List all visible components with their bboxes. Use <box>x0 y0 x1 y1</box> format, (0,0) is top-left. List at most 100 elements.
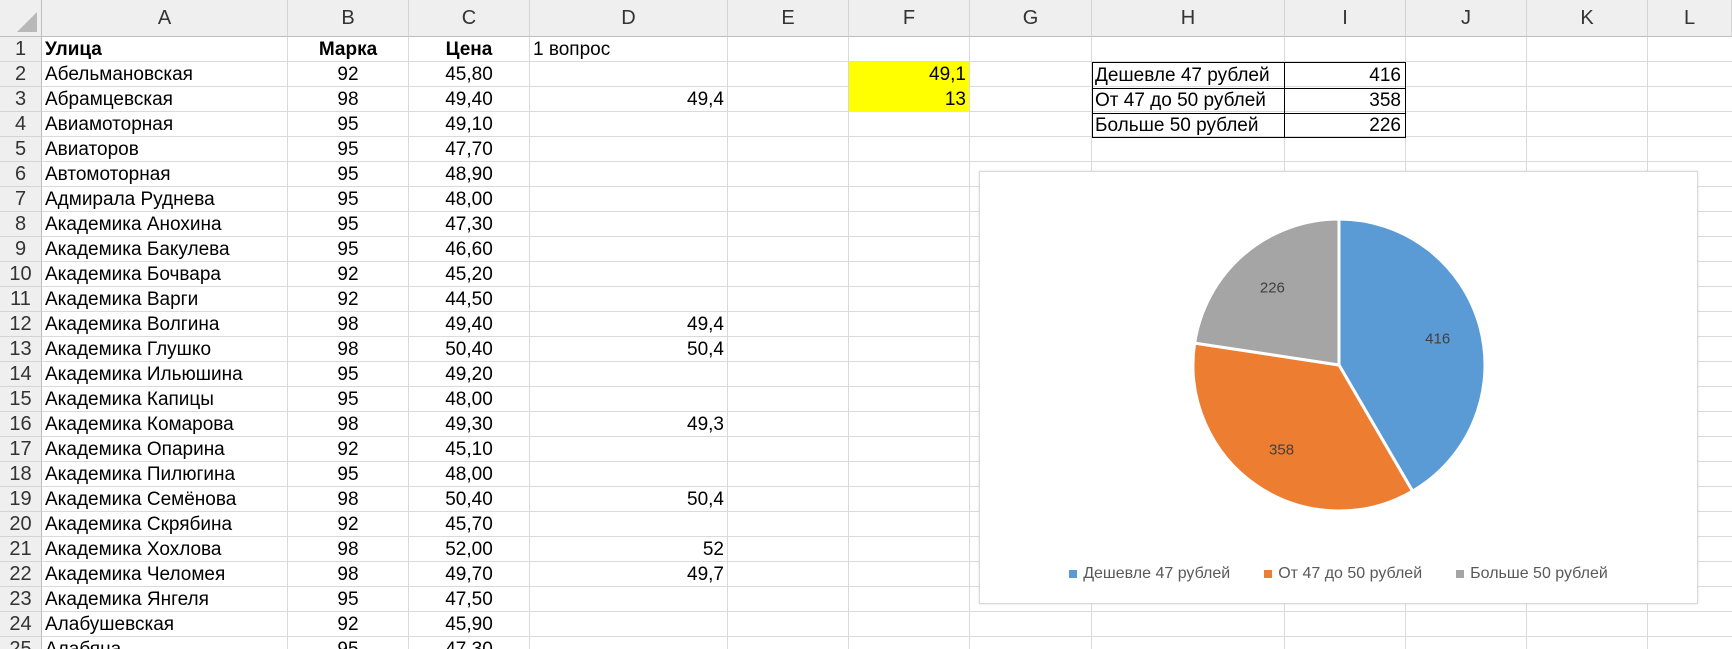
cell-c[interactable]: 50,40 <box>409 337 529 362</box>
column-header-k[interactable]: K <box>1527 0 1648 37</box>
cell-d[interactable] <box>530 212 727 237</box>
row-header[interactable]: 21 <box>0 537 42 562</box>
row-header[interactable]: 2 <box>0 62 42 87</box>
cell-d[interactable] <box>530 262 727 287</box>
row-header[interactable]: 22 <box>0 562 42 587</box>
cell-f[interactable] <box>849 162 969 187</box>
cell-a[interactable]: Академика Ильюшина <box>42 362 287 387</box>
cell-b[interactable]: 95 <box>288 637 408 649</box>
cell-f[interactable] <box>849 612 969 637</box>
column-header-g[interactable]: G <box>970 0 1092 37</box>
cell-f[interactable] <box>849 562 969 587</box>
summary-value[interactable]: 358 <box>1285 88 1405 113</box>
cell-c[interactable]: 45,80 <box>409 62 529 87</box>
row-header[interactable]: 20 <box>0 512 42 537</box>
cell-c[interactable]: 44,50 <box>409 287 529 312</box>
cell-c[interactable]: 46,60 <box>409 237 529 262</box>
column-header-h[interactable]: H <box>1092 0 1285 37</box>
cell-a[interactable]: Абельмановская <box>42 62 287 87</box>
cell-f[interactable] <box>849 437 969 462</box>
cell-c[interactable]: 45,70 <box>409 512 529 537</box>
cell-c[interactable]: Цена <box>409 37 529 62</box>
cell-f[interactable] <box>849 212 969 237</box>
column-header-i[interactable]: I <box>1285 0 1406 37</box>
cell-c[interactable]: 50,40 <box>409 487 529 512</box>
cell-b[interactable]: 95 <box>288 212 408 237</box>
cell-a[interactable]: Академика Челомея <box>42 562 287 587</box>
cell-d[interactable] <box>530 62 727 87</box>
cell-f[interactable] <box>849 387 969 412</box>
cell-c[interactable]: 47,50 <box>409 587 529 612</box>
cell-d[interactable] <box>530 612 727 637</box>
legend-item[interactable]: От 47 до 50 рублей <box>1264 565 1422 583</box>
cell-f[interactable] <box>849 537 969 562</box>
cell-d[interactable] <box>530 362 727 387</box>
cell-b[interactable]: 98 <box>288 487 408 512</box>
cell-a[interactable]: Автомоторная <box>42 162 287 187</box>
cell-c[interactable]: 49,20 <box>409 362 529 387</box>
cell-a[interactable]: Алабушевская <box>42 612 287 637</box>
cell-c[interactable]: 48,00 <box>409 187 529 212</box>
cell-c[interactable]: 48,00 <box>409 387 529 412</box>
column-header-d[interactable]: D <box>530 0 728 37</box>
column-header-e[interactable]: E <box>728 0 849 37</box>
cell-a[interactable]: Академика Бочвара <box>42 262 287 287</box>
cell-d[interactable] <box>530 137 727 162</box>
cell-a[interactable]: Академика Янгеля <box>42 587 287 612</box>
summary-value[interactable]: 226 <box>1285 113 1405 138</box>
cell-b[interactable]: 95 <box>288 162 408 187</box>
summary-label[interactable]: Дешевле 47 рублей <box>1093 63 1285 88</box>
cell-b[interactable]: 95 <box>288 137 408 162</box>
cell-b[interactable]: 92 <box>288 512 408 537</box>
cell-c[interactable]: 48,90 <box>409 162 529 187</box>
cell-c[interactable]: 49,70 <box>409 562 529 587</box>
cell-a[interactable]: Академика Варги <box>42 287 287 312</box>
cell-a[interactable]: Улица <box>42 37 287 62</box>
cell-f[interactable] <box>849 412 969 437</box>
row-header[interactable]: 25 <box>0 637 42 649</box>
cell-f[interactable] <box>849 312 969 337</box>
cell-a[interactable]: Адмирала Руднева <box>42 187 287 212</box>
cell-d[interactable]: 49,4 <box>530 87 727 112</box>
summary-label[interactable]: Больше 50 рублей <box>1093 113 1285 138</box>
row-header[interactable]: 3 <box>0 87 42 112</box>
cell-c[interactable]: 47,30 <box>409 212 529 237</box>
cell-d[interactable] <box>530 387 727 412</box>
cell-b[interactable]: 92 <box>288 287 408 312</box>
row-header[interactable]: 7 <box>0 187 42 212</box>
cell-a[interactable]: Авиаторов <box>42 137 287 162</box>
column-header-f[interactable]: F <box>849 0 970 37</box>
cell-f[interactable] <box>849 262 969 287</box>
cell-b[interactable]: 98 <box>288 537 408 562</box>
cell-a[interactable]: Авиамоторная <box>42 112 287 137</box>
cell-a[interactable]: Академика Пилюгина <box>42 462 287 487</box>
cell-d[interactable] <box>530 187 727 212</box>
cell-a[interactable]: Академика Комарова <box>42 412 287 437</box>
cell-a[interactable]: Академика Скрябина <box>42 512 287 537</box>
cell-b[interactable]: 98 <box>288 312 408 337</box>
cell-d[interactable]: 50,4 <box>530 487 727 512</box>
cell-d[interactable]: 49,4 <box>530 312 727 337</box>
cell-d[interactable] <box>530 587 727 612</box>
cell-f[interactable]: 49,1 <box>849 62 969 87</box>
row-header[interactable]: 14 <box>0 362 42 387</box>
cell-a[interactable]: Академика Анохина <box>42 212 287 237</box>
cell-c[interactable]: 45,20 <box>409 262 529 287</box>
select-all-corner[interactable] <box>0 0 42 37</box>
row-header[interactable]: 16 <box>0 412 42 437</box>
row-header[interactable]: 8 <box>0 212 42 237</box>
cell-b[interactable]: 92 <box>288 612 408 637</box>
cell-f[interactable] <box>849 112 969 137</box>
column-header-c[interactable]: C <box>409 0 530 37</box>
column-header-l[interactable]: L <box>1648 0 1732 37</box>
row-header[interactable]: 18 <box>0 462 42 487</box>
cell-a[interactable]: Академика Семёнова <box>42 487 287 512</box>
cell-b[interactable]: 98 <box>288 87 408 112</box>
cell-d[interactable]: 52 <box>530 537 727 562</box>
cell-a[interactable]: Академика Хохлова <box>42 537 287 562</box>
cell-f[interactable] <box>849 187 969 212</box>
cell-d[interactable]: 49,3 <box>530 412 727 437</box>
cell-c[interactable]: 49,30 <box>409 412 529 437</box>
cell-c[interactable]: 49,40 <box>409 87 529 112</box>
cell-c[interactable]: 47,70 <box>409 137 529 162</box>
